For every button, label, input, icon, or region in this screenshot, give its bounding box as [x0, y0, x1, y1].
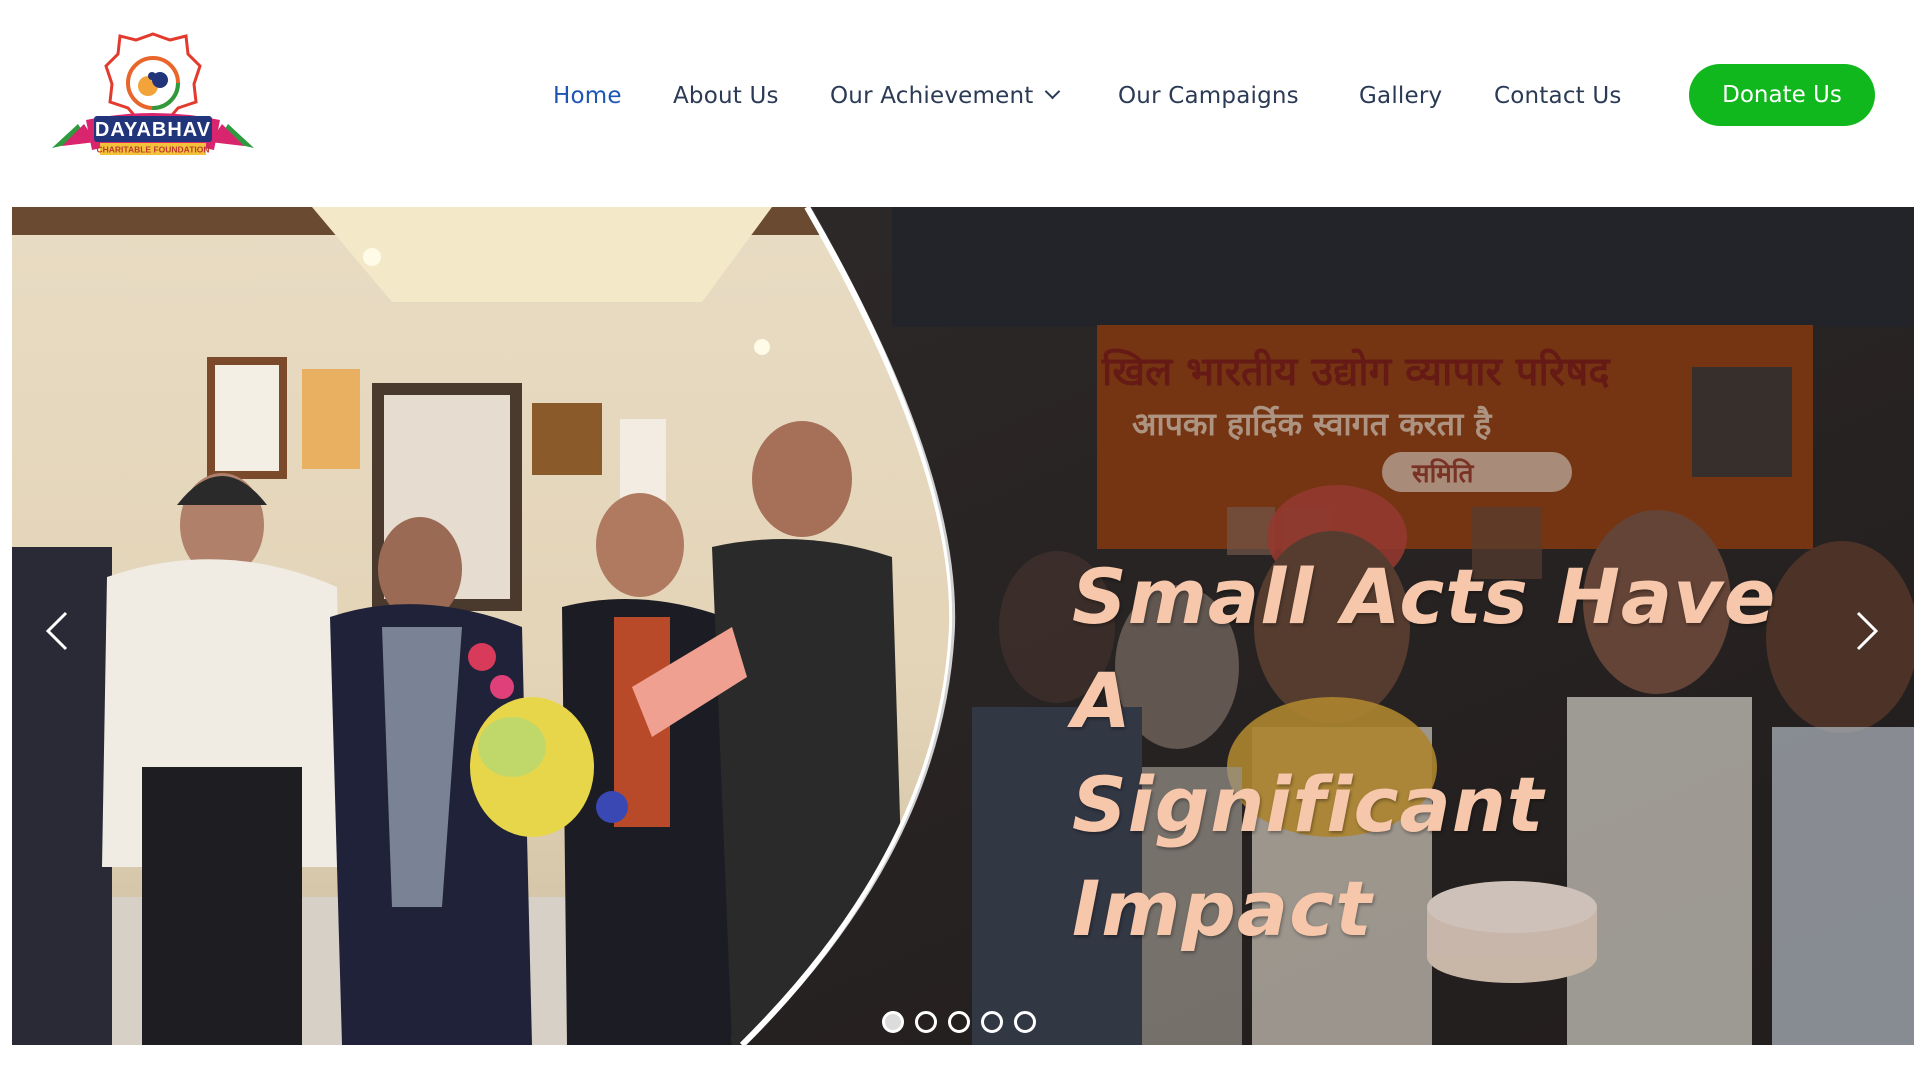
site-header: DAYABHAV CHARITABLE FOUNDATION Home Abou…: [0, 0, 1920, 205]
nav-our-achievement-label: Our Achievement: [830, 83, 1034, 109]
logo-wordmark: DAYABHAV: [95, 119, 211, 141]
nav-contact-us[interactable]: Contact Us: [1494, 70, 1622, 122]
slider-dot-5[interactable]: [1014, 1011, 1036, 1033]
nav-home[interactable]: Home: [553, 70, 622, 122]
nav-about-us-label: About Us: [673, 83, 779, 109]
nav-our-campaigns-label: Our Campaigns: [1118, 83, 1299, 109]
nav-gallery-label: Gallery: [1359, 83, 1443, 109]
slider-dot-1[interactable]: [882, 1011, 904, 1033]
slider-dot-4[interactable]: [981, 1011, 1003, 1033]
chevron-right-icon: [1856, 611, 1879, 651]
logo-subtext: CHARITABLE FOUNDATION: [96, 145, 209, 155]
chevron-left-icon: [45, 611, 68, 651]
nav-home-label: Home: [553, 83, 622, 109]
slider-dot-2[interactable]: [915, 1011, 937, 1033]
slider-pagination: [882, 1011, 1042, 1035]
hero-headline-line1: Small Acts Have A: [1072, 552, 1777, 745]
hero-headline-line2: Significant Impact: [1072, 760, 1545, 953]
nav-our-achievement[interactable]: Our Achievement: [830, 70, 1061, 122]
nav-our-campaigns[interactable]: Our Campaigns: [1118, 70, 1299, 122]
main-nav: Home About Us Our Achievement Our Campai…: [0, 70, 1920, 122]
donate-button-label: Donate Us: [1722, 82, 1842, 108]
slider-prev-button[interactable]: [34, 601, 82, 661]
nav-gallery[interactable]: Gallery: [1359, 70, 1442, 122]
nav-about-us[interactable]: About Us: [673, 70, 779, 122]
hero-headline: Small Acts Have A Significant Impact: [1072, 545, 1862, 961]
hero-slider: खिल भारतीय उद्योग व्यापार परिषद आपका हार…: [12, 207, 1914, 1045]
slider-next-button[interactable]: [1842, 601, 1890, 661]
donate-button[interactable]: Donate Us: [1689, 64, 1875, 126]
slider-dot-3[interactable]: [948, 1011, 970, 1033]
nav-contact-us-label: Contact Us: [1494, 83, 1622, 109]
chevron-down-icon: [1045, 83, 1061, 100]
